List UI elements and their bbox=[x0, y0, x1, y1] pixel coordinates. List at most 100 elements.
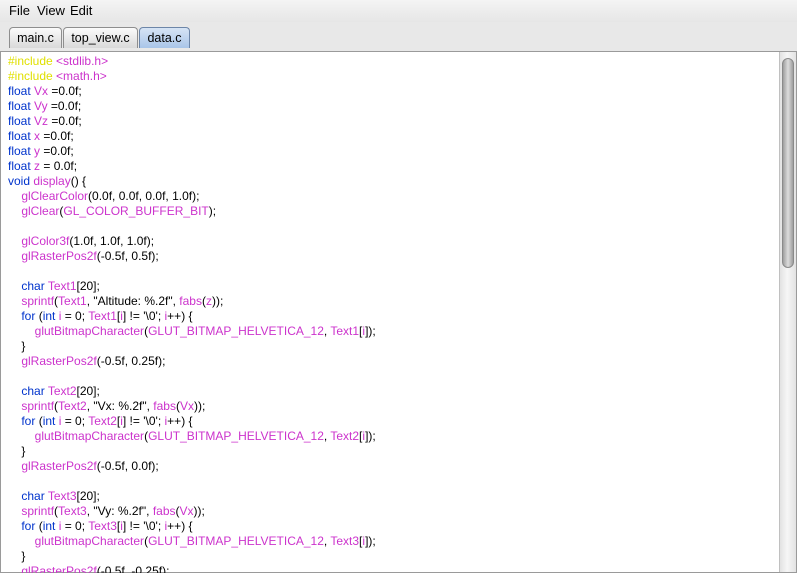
code-token: fabs bbox=[179, 294, 202, 308]
menu-file[interactable]: File bbox=[9, 3, 30, 18]
tab-data-c[interactable]: data.c bbox=[139, 27, 190, 48]
tab-top-view-c[interactable]: top_view.c bbox=[63, 27, 138, 48]
code-token: } bbox=[8, 444, 26, 458]
code-token: Text3 bbox=[88, 519, 117, 533]
code-line: char Text3[20]; bbox=[8, 489, 100, 504]
code-token: sprintf bbox=[21, 294, 55, 308]
code-line: glClearColor(0.0f, 0.0f, 0.0f, 1.0f); bbox=[8, 189, 199, 204]
code-token: =0.0f; bbox=[40, 144, 74, 158]
code-token: )); bbox=[211, 294, 224, 308]
code-token: sprintf bbox=[21, 399, 55, 413]
code-line: glutBitmapCharacter(GLUT_BITMAP_HELVETIC… bbox=[8, 534, 376, 549]
code-line: glClear(GL_COLOR_BUFFER_BIT); bbox=[8, 204, 216, 219]
code-line: glutBitmapCharacter(GLUT_BITMAP_HELVETIC… bbox=[8, 429, 376, 444]
code-token: char bbox=[21, 489, 48, 503]
code-line: char Text2[20]; bbox=[8, 384, 100, 399]
code-token: void bbox=[8, 174, 34, 188]
code-token: Text3 bbox=[47, 489, 77, 503]
code-token: Vx bbox=[34, 84, 49, 98]
code-token: GLUT_BITMAP_HELVETICA_12 bbox=[148, 534, 324, 548]
code-line: glColor3f(1.0f, 1.0f, 1.0f); bbox=[8, 234, 154, 249]
code-token: [20]; bbox=[76, 384, 100, 398]
code-line: sprintf(Text3, "Vy: %.2f", fabs(Vx)); bbox=[8, 504, 205, 519]
code-token: fabs bbox=[152, 504, 176, 518]
code-token: Text2 bbox=[88, 414, 117, 428]
code-token: = 0; bbox=[61, 519, 89, 533]
code-token: display bbox=[33, 174, 71, 188]
code-line: float Vz =0.0f; bbox=[8, 114, 82, 129]
code-token: glutBitmapCharacter bbox=[34, 534, 145, 548]
code-line: } bbox=[8, 549, 25, 564]
code-token: , "Altitude: %.2f", bbox=[86, 294, 180, 308]
code-token: =0.0f; bbox=[48, 84, 82, 98]
code-token: , "Vx: %.2f", bbox=[86, 399, 154, 413]
code-line: glutBitmapCharacter(GLUT_BITMAP_HELVETIC… bbox=[8, 324, 376, 339]
menu-view[interactable]: View bbox=[37, 3, 65, 18]
code-token: , "Vy: %.2f", bbox=[86, 504, 153, 518]
code-token: [20]; bbox=[76, 279, 100, 293]
code-token: Text1 bbox=[330, 324, 360, 338]
code-line: #include <math.h> bbox=[8, 69, 107, 84]
code-text-area[interactable]: #include <stdlib.h> #include <math.h> floa… bbox=[8, 53, 776, 573]
code-token: #include bbox=[8, 54, 57, 68]
code-token: Text2 bbox=[58, 399, 87, 413]
code-token: = 0; bbox=[61, 414, 89, 428]
code-token: ++) { bbox=[167, 414, 193, 428]
code-token: Text1 bbox=[88, 309, 117, 323]
code-token: (0.0f, 0.0f, 0.0f, 1.0f); bbox=[88, 189, 200, 203]
code-token: ] != '\0'; bbox=[122, 309, 165, 323]
tab-main-c[interactable]: main.c bbox=[9, 27, 62, 48]
code-token: glRasterPos2f bbox=[21, 354, 97, 368]
code-token: ++) { bbox=[167, 309, 193, 323]
code-token: ]); bbox=[365, 429, 376, 443]
code-token: Text3 bbox=[330, 534, 360, 548]
code-token: )); bbox=[193, 399, 206, 413]
code-token: (-0.5f, -0.25f); bbox=[96, 564, 170, 573]
code-token: int bbox=[42, 519, 59, 533]
code-token: float bbox=[8, 114, 35, 128]
code-token: <stdlib.h> bbox=[56, 54, 109, 68]
code-token: ++) { bbox=[167, 519, 193, 533]
code-token: Vz bbox=[34, 114, 49, 128]
code-token: (1.0f, 1.0f, 1.0f); bbox=[69, 234, 155, 248]
code-line: sprintf(Text2, "Vx: %.2f", fabs(Vx)); bbox=[8, 399, 205, 414]
code-token: Vy bbox=[34, 99, 48, 113]
code-token: glutBitmapCharacter bbox=[34, 429, 145, 443]
code-token: Text2 bbox=[47, 384, 77, 398]
scrollbar-thumb[interactable] bbox=[782, 58, 794, 268]
code-token: float bbox=[8, 99, 35, 113]
code-line: glRasterPos2f(-0.5f, -0.25f); bbox=[8, 564, 169, 573]
menu-edit[interactable]: Edit bbox=[70, 3, 92, 18]
code-line: float y =0.0f; bbox=[8, 144, 74, 159]
code-token: for bbox=[21, 309, 39, 323]
code-token: GLUT_BITMAP_HELVETICA_12 bbox=[148, 324, 324, 338]
code-token: } bbox=[8, 339, 26, 353]
vertical-scrollbar[interactable] bbox=[779, 52, 796, 572]
code-token: =0.0f; bbox=[40, 129, 74, 143]
code-token: float bbox=[8, 129, 35, 143]
code-line: glRasterPos2f(-0.5f, 0.25f); bbox=[8, 354, 165, 369]
code-token: =0.0f; bbox=[48, 114, 82, 128]
code-token: (-0.5f, 0.25f); bbox=[96, 354, 166, 368]
code-token: char bbox=[21, 279, 48, 293]
code-token: GLUT_BITMAP_HELVETICA_12 bbox=[148, 429, 324, 443]
code-token: ] != '\0'; bbox=[122, 414, 165, 428]
code-line: for (int i = 0; Text3[i] != '\0'; i++) { bbox=[8, 519, 193, 534]
code-token: glRasterPos2f bbox=[21, 564, 97, 573]
code-line: glRasterPos2f(-0.5f, 0.0f); bbox=[8, 459, 158, 474]
code-editor[interactable]: #include <stdlib.h> #include <math.h> floa… bbox=[0, 51, 797, 573]
code-token: glutBitmapCharacter bbox=[34, 324, 145, 338]
code-line: glRasterPos2f(-0.5f, 0.5f); bbox=[8, 249, 158, 264]
